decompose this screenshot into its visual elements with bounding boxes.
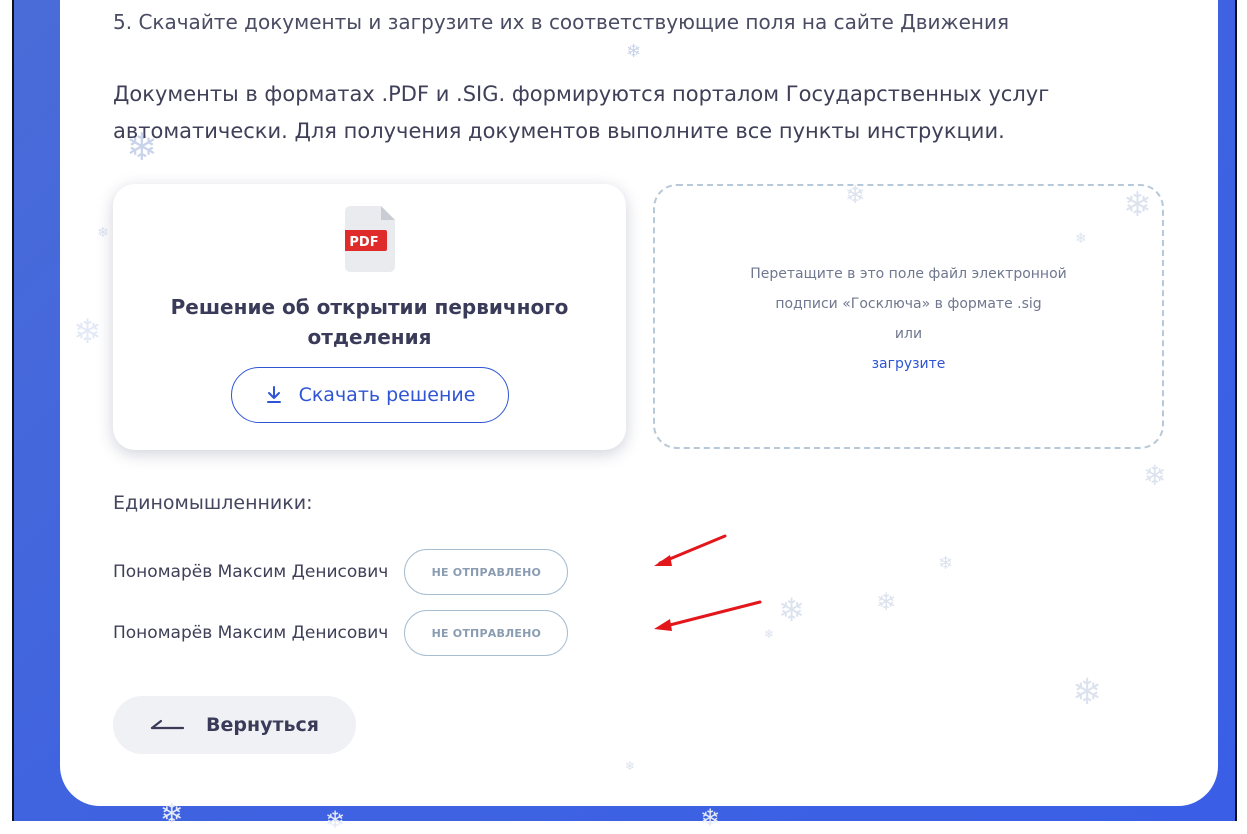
pdf-file-icon: PDF bbox=[345, 206, 395, 272]
back-button[interactable]: Вернуться bbox=[113, 696, 356, 754]
download-button-label: Скачать решение bbox=[298, 384, 476, 406]
dropzone-line: подписи «Госключа» в формате .sig bbox=[775, 296, 1042, 312]
upload-link[interactable]: загрузите bbox=[655, 349, 1162, 379]
signature-dropzone[interactable]: Перетащите в это поле файл электронной п… bbox=[653, 184, 1164, 449]
dropzone-line: Перетащите в это поле файл электронной bbox=[750, 266, 1067, 282]
dropzone-text: Перетащите в это поле файл электронной п… bbox=[655, 259, 1162, 379]
member-row: Пономарёв Максим Денисович НЕ ОТПРАВЛЕНО bbox=[113, 610, 569, 656]
pdf-label: PDF bbox=[349, 235, 378, 250]
member-name: Пономарёв Максим Денисович bbox=[113, 562, 389, 582]
document-card: PDF Решение об открытии первичного отдел… bbox=[113, 184, 626, 450]
status-badge: НЕ ОТПРАВЛЕНО bbox=[404, 549, 569, 595]
arrow-left-icon bbox=[150, 719, 184, 730]
download-icon bbox=[266, 386, 281, 403]
frame-border bbox=[12, 0, 14, 821]
step-instruction: 5. Скачайте документы и загрузите их в с… bbox=[113, 10, 1009, 34]
dropzone-line: или bbox=[894, 326, 923, 342]
member-row: Пономарёв Максим Денисович НЕ ОТПРАВЛЕНО bbox=[113, 549, 569, 595]
frame-border bbox=[1235, 0, 1237, 821]
members-heading: Единомышленники: bbox=[113, 492, 313, 514]
document-title: Решение об открытии первичного отделения bbox=[170, 295, 569, 349]
member-name: Пономарёв Максим Денисович bbox=[113, 623, 389, 643]
info-text: Документы в форматах .PDF и .SIG. формир… bbox=[113, 82, 1050, 143]
back-button-label: Вернуться bbox=[206, 714, 319, 736]
download-decision-button[interactable]: Скачать решение bbox=[231, 367, 509, 423]
status-badge: НЕ ОТПРАВЛЕНО bbox=[404, 610, 569, 656]
